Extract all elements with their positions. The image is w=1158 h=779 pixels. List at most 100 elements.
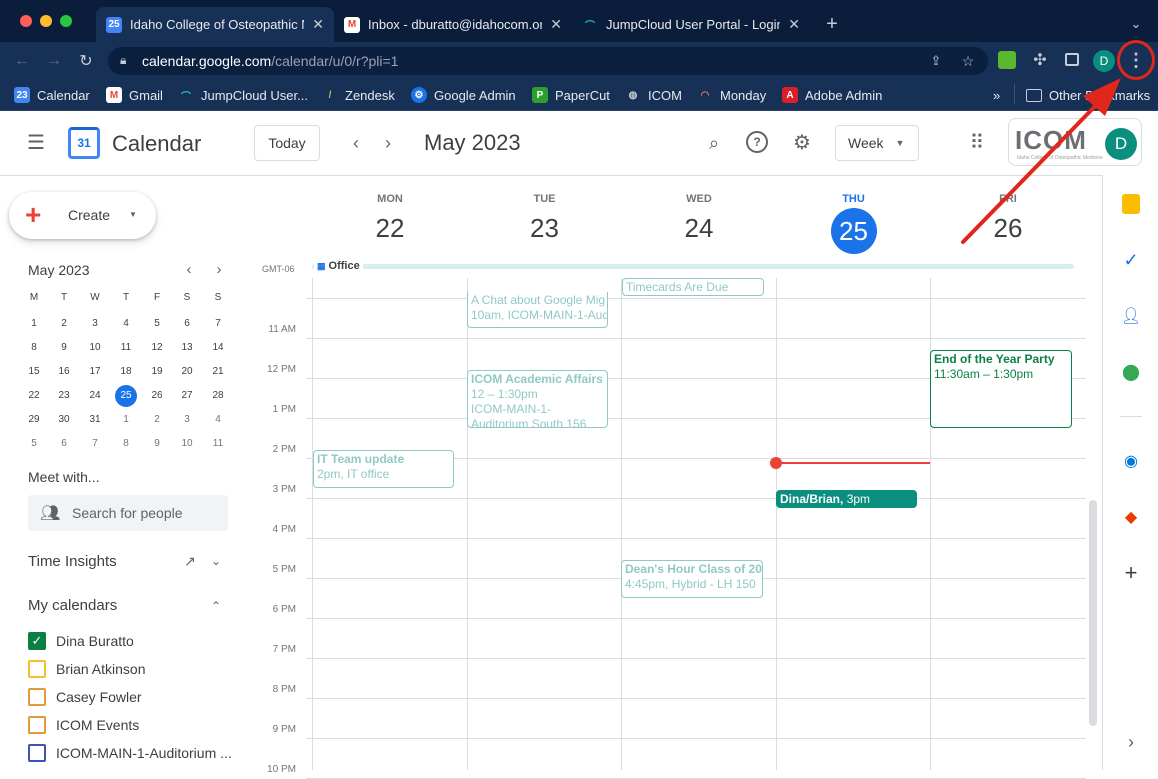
search-icon[interactable]: ⌕ [702,131,726,155]
mini-date[interactable]: 26 [142,386,172,406]
mini-date[interactable]: 3 [80,314,110,334]
minimize-window-button[interactable] [40,15,52,27]
main-menu-hamburger-icon[interactable]: ☰ [24,130,48,154]
side-panel-icon[interactable] [1065,53,1079,66]
office-addon-icon[interactable]: ◆ [1119,505,1143,529]
mini-date[interactable]: 15 [19,362,49,382]
zoom-window-button[interactable] [60,15,72,27]
profile-avatar[interactable]: D [1093,50,1115,72]
bookmark-adobe-admin[interactable]: A Adobe Admin [782,84,882,106]
mini-date[interactable]: 23 [49,386,79,406]
calendar-item[interactable]: Casey Fowler [28,685,233,709]
bookmark-zendesk[interactable]: / Zendesk [322,84,395,106]
mini-date[interactable]: 27 [172,386,202,406]
day-number[interactable]: 22 [313,213,467,244]
mini-date[interactable]: 18 [111,362,141,382]
bookmark-icom[interactable]: ◍ ICOM [625,84,682,106]
calendar-item[interactable]: ICOM-MAIN-1-Auditorium ... [28,741,233,765]
mini-date[interactable]: 10 [172,434,202,454]
calendar-item[interactable]: ICOM Events [28,713,233,737]
close-tab-icon[interactable]: ✕ [312,16,324,33]
mini-date[interactable]: 16 [49,362,79,382]
calendar-checkbox[interactable] [28,660,46,678]
mini-date[interactable]: 13 [172,338,202,358]
mini-date[interactable]: 9 [142,434,172,454]
mini-date[interactable]: 6 [172,314,202,334]
bookmark-jumpcloud[interactable]: ⌒ JumpCloud User... [178,84,308,106]
day-number[interactable]: 24 [622,213,776,244]
search-people-input[interactable]: 👥︎ Search for people [28,495,228,531]
event-academic-affairs[interactable]: ICOM Academic Affairs 12 – 1:30pm ICOM-M… [467,370,608,428]
mini-date[interactable]: 2 [142,410,172,430]
mini-date[interactable]: 24 [80,386,110,406]
close-tab-icon[interactable]: ✕ [550,16,562,33]
tab-gmail[interactable]: M Inbox - dburatto@idahocom.or ✕ [334,7,572,42]
next-week-chevron-icon[interactable]: › [376,131,400,155]
mini-date[interactable]: 7 [203,314,233,334]
mini-date[interactable]: 22 [19,386,49,406]
bookmark-papercut[interactable]: P PaperCut [532,84,610,106]
extensions-puzzle-icon[interactable]: ✣ [1028,48,1052,72]
reload-icon[interactable]: ↻ [74,49,98,73]
mini-date[interactable]: 11 [111,338,141,358]
event-timecards[interactable]: Timecards Are Due [622,278,764,296]
mini-today-date[interactable]: 25 [115,385,137,407]
mini-date[interactable]: 12 [142,338,172,358]
mini-date[interactable]: 5 [19,434,49,454]
address-bar[interactable]: 🔒︎ calendar.google.com/calendar/u/0/r?pl… [108,47,988,75]
mini-date[interactable]: 1 [19,314,49,334]
day-number[interactable]: 23 [468,213,622,244]
day-number[interactable]: 25 [830,208,877,254]
bookmark-gmail[interactable]: M Gmail [106,84,163,106]
mini-date[interactable]: 8 [111,434,141,454]
event-deans-hour[interactable]: Dean's Hour Class of 202 4:45pm, Hybrid … [621,560,763,598]
create-button[interactable]: + Create ▼ [9,192,156,239]
collapse-chevron-up-icon[interactable]: ⌃ [207,597,225,615]
event-dina-brian[interactable]: Dina/Brian, 3pm [776,490,917,508]
calendar-checkbox[interactable] [28,744,46,762]
mini-date[interactable]: 8 [19,338,49,358]
mini-date[interactable]: 2 [49,314,79,334]
help-icon[interactable]: ? [746,131,768,153]
mini-date[interactable]: 10 [80,338,110,358]
calendar-checkbox[interactable] [28,688,46,706]
mini-date[interactable]: 31 [80,410,110,430]
allday-office-chip[interactable]: ▦ Office [314,259,363,273]
bookmark-calendar[interactable]: 23 Calendar [14,84,90,106]
mini-date[interactable]: 9 [49,338,79,358]
back-arrow-icon[interactable]: ← [10,49,34,73]
tab-search-chevron-icon[interactable]: ⌄ [1124,12,1148,36]
mini-date[interactable]: 21 [203,362,233,382]
view-switcher-button[interactable]: Week ▼ [835,125,919,161]
mini-date[interactable]: 14 [203,338,233,358]
tab-calendar[interactable]: 25 Idaho College of Osteopathic M ✕ [96,7,334,42]
week-scrollbar[interactable] [1089,500,1097,726]
mini-date[interactable]: 29 [19,410,49,430]
add-addon-icon[interactable]: + [1119,560,1143,585]
mini-next-chevron-icon[interactable]: › [210,260,228,278]
calendar-item[interactable]: Brian Atkinson [28,657,233,681]
calendar-item[interactable]: ✓ Dina Buratto [28,629,233,653]
close-window-button[interactable] [20,15,32,27]
close-tab-icon[interactable]: ✕ [788,16,800,33]
bookmark-google-admin[interactable]: ⚙ Google Admin [411,84,516,106]
extension-icon[interactable] [998,51,1016,69]
mini-date[interactable]: 19 [142,362,172,382]
event-chat-google-migration[interactable]: A Chat about Google Mig 10am, ICOM-MAIN-… [467,292,608,328]
mini-date[interactable]: 7 [80,434,110,454]
calendar-checkbox[interactable] [28,716,46,734]
tab-jumpcloud[interactable]: ⌒ JumpCloud User Portal - Login ✕ [572,7,810,42]
tasks-icon[interactable]: ✓ [1119,248,1143,272]
allday-office-bar[interactable] [312,264,1074,269]
share-icon[interactable]: ⇪ [924,49,948,73]
expand-chevron-down-icon[interactable]: ⌄ [207,552,225,570]
mini-date[interactable]: 11 [203,434,233,454]
mini-prev-chevron-icon[interactable]: ‹ [180,260,198,278]
mini-date[interactable]: 30 [49,410,79,430]
expand-panel-chevron-icon[interactable]: › [1119,730,1143,754]
settings-gear-icon[interactable]: ⚙ [790,130,814,154]
mini-date[interactable]: 1 [111,410,141,430]
mini-date[interactable]: 28 [203,386,233,406]
mini-date[interactable]: 3 [172,410,202,430]
calendar-checkbox[interactable]: ✓ [28,632,46,650]
